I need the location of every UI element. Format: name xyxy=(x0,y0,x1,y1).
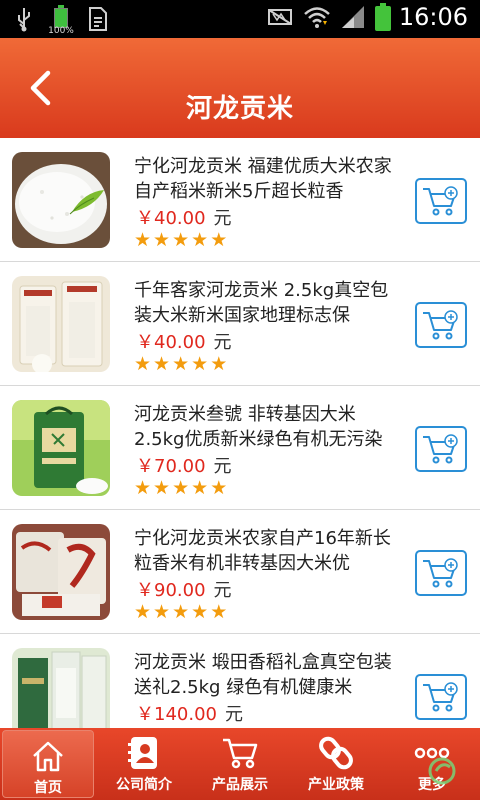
add-to-cart-icon xyxy=(423,186,458,216)
price-value: ￥40.00 xyxy=(136,332,206,353)
price-unit: 元 xyxy=(213,208,232,229)
battery-icon xyxy=(374,3,391,31)
product-image[interactable] xyxy=(12,152,110,248)
price-unit: 元 xyxy=(213,456,232,477)
product-title[interactable]: 宁化河龙贡米 福建优质大米农家自产稻米新米5斤超长粒香 xyxy=(134,154,396,204)
star-icon: ★ xyxy=(153,477,171,499)
star-icon: ★ xyxy=(153,353,171,375)
usb-icon xyxy=(10,5,38,33)
add-to-cart-button[interactable] xyxy=(415,426,467,472)
list-item[interactable]: 千年客家河龙贡米 2.5kg真空包装大米新米国家地理标志保 ￥40.00 元 ★ ★… xyxy=(0,262,480,386)
wifi-icon xyxy=(303,3,331,31)
add-to-cart-icon xyxy=(423,434,458,464)
add-to-cart-button[interactable] xyxy=(415,302,467,348)
list-item[interactable]: 宁化河龙贡米 福建优质大米农家自产稻米新米5斤超长粒香 ￥40.00 元 ★ ★ ★ ★… xyxy=(0,138,480,262)
price: ￥40.00 元 xyxy=(136,328,232,354)
add-to-cart-button[interactable] xyxy=(415,550,467,596)
star-icon: ★ xyxy=(172,353,190,375)
sim-icon xyxy=(84,5,112,33)
list-item[interactable]: 河龙贡米 塅田香稻礼盒真空包装送礼2.5kg 绿色有机健康米 ￥140.00 元 … xyxy=(0,634,480,728)
star-icon: ★ xyxy=(134,353,152,375)
nav-more[interactable]: 更多 xyxy=(384,728,480,800)
product-title[interactable]: 宁化河龙贡米农家自产16年新长粒香米有机非转基因大米优 xyxy=(134,526,396,576)
clock: 16:06 xyxy=(398,3,468,31)
add-to-cart-button[interactable] xyxy=(415,674,467,720)
price-value: ￥90.00 xyxy=(136,580,206,601)
list-item[interactable]: 河龙贡米叁號 非转基因大米2.5kg优质新米绿色有机无污染 ￥70.00 元 ★ ★… xyxy=(0,386,480,510)
product-list[interactable]: 宁化河龙贡米 福建优质大米农家自产稻米新米5斤超长粒香 ￥40.00 元 ★ ★ ★ ★… xyxy=(0,138,480,728)
product-title[interactable]: 河龙贡米叁號 非转基因大米2.5kg优质新米绿色有机无污染 xyxy=(134,402,396,452)
home-icon xyxy=(33,741,63,772)
star-icon: ★ xyxy=(153,229,171,251)
rating-stars: ★★★★★ xyxy=(134,230,227,250)
star-icon: ★ xyxy=(191,477,209,499)
nav-products[interactable]: 产品展示 xyxy=(192,728,288,800)
product-image[interactable] xyxy=(12,524,110,620)
page-title: 河龙贡米 xyxy=(185,94,294,124)
rating-stars: ★★★★★ xyxy=(134,354,227,374)
contact-card-icon xyxy=(128,737,157,769)
add-to-cart-button[interactable] xyxy=(415,178,467,224)
star-icon: ★ xyxy=(134,601,152,623)
nav-label: 公司简介 xyxy=(116,777,172,793)
nav-home[interactable]: 首页 xyxy=(2,730,94,798)
link-icon xyxy=(319,736,353,770)
no-signal-icon xyxy=(267,3,295,31)
nav-company-intro[interactable]: 公司简介 xyxy=(96,728,192,800)
add-to-cart-icon xyxy=(423,310,458,340)
nav-label: 首页 xyxy=(34,780,62,796)
nav-label: 产业政策 xyxy=(308,777,364,793)
rating-stars: ★★★★★ xyxy=(134,602,227,622)
watermark-logo-icon xyxy=(428,749,474,792)
status-bar: 100% 16:06 xyxy=(0,0,480,38)
product-image[interactable] xyxy=(12,648,110,728)
star-icon: ★ xyxy=(172,229,190,251)
signal-icon xyxy=(339,3,367,31)
add-to-cart-icon xyxy=(423,558,458,588)
add-to-cart-icon xyxy=(423,682,458,712)
price-value: ￥70.00 xyxy=(136,456,206,477)
star-icon: ★ xyxy=(153,601,171,623)
price-value: ￥140.00 xyxy=(136,704,217,725)
star-icon: ★ xyxy=(191,353,209,375)
nav-label: 产品展示 xyxy=(212,777,268,793)
star-icon: ★ xyxy=(172,601,190,623)
star-icon: ★ xyxy=(210,601,228,623)
star-icon: ★ xyxy=(210,229,228,251)
product-image[interactable] xyxy=(12,276,110,372)
battery-small-icon: 100% xyxy=(48,4,74,36)
price: ￥90.00 元 xyxy=(136,576,232,602)
price-unit: 元 xyxy=(213,332,232,353)
rating-stars: ★★★★★ xyxy=(134,478,227,498)
star-icon: ★ xyxy=(191,601,209,623)
star-icon: ★ xyxy=(210,353,228,375)
product-title[interactable]: 河龙贡米 塅田香稻礼盒真空包装送礼2.5kg 绿色有机健康米 xyxy=(134,650,396,700)
app-header: 河龙贡米 xyxy=(0,38,480,138)
star-icon: ★ xyxy=(134,477,152,499)
star-icon: ★ xyxy=(134,229,152,251)
bottom-nav: 首页 公司简介 产品展示 产业政策 更多 xyxy=(0,728,480,800)
price: ￥40.00 元 xyxy=(136,204,232,230)
price-value: ￥40.00 xyxy=(136,208,206,229)
product-image[interactable] xyxy=(12,400,110,496)
star-icon: ★ xyxy=(210,477,228,499)
list-item[interactable]: 宁化河龙贡米农家自产16年新长粒香米有机非转基因大米优 ￥90.00 元 ★ ★ ★ ★… xyxy=(0,510,480,634)
star-icon: ★ xyxy=(172,477,190,499)
price: ￥140.00 元 xyxy=(136,700,243,726)
price: ￥70.00 元 xyxy=(136,452,232,478)
nav-industry-policy[interactable]: 产业政策 xyxy=(288,728,384,800)
cart-icon xyxy=(223,738,258,769)
price-unit: 元 xyxy=(224,704,243,725)
battery-small-label: 100% xyxy=(48,26,74,36)
product-title[interactable]: 千年客家河龙贡米 2.5kg真空包装大米新米国家地理标志保 xyxy=(134,278,396,328)
star-icon: ★ xyxy=(191,229,209,251)
price-unit: 元 xyxy=(213,580,232,601)
